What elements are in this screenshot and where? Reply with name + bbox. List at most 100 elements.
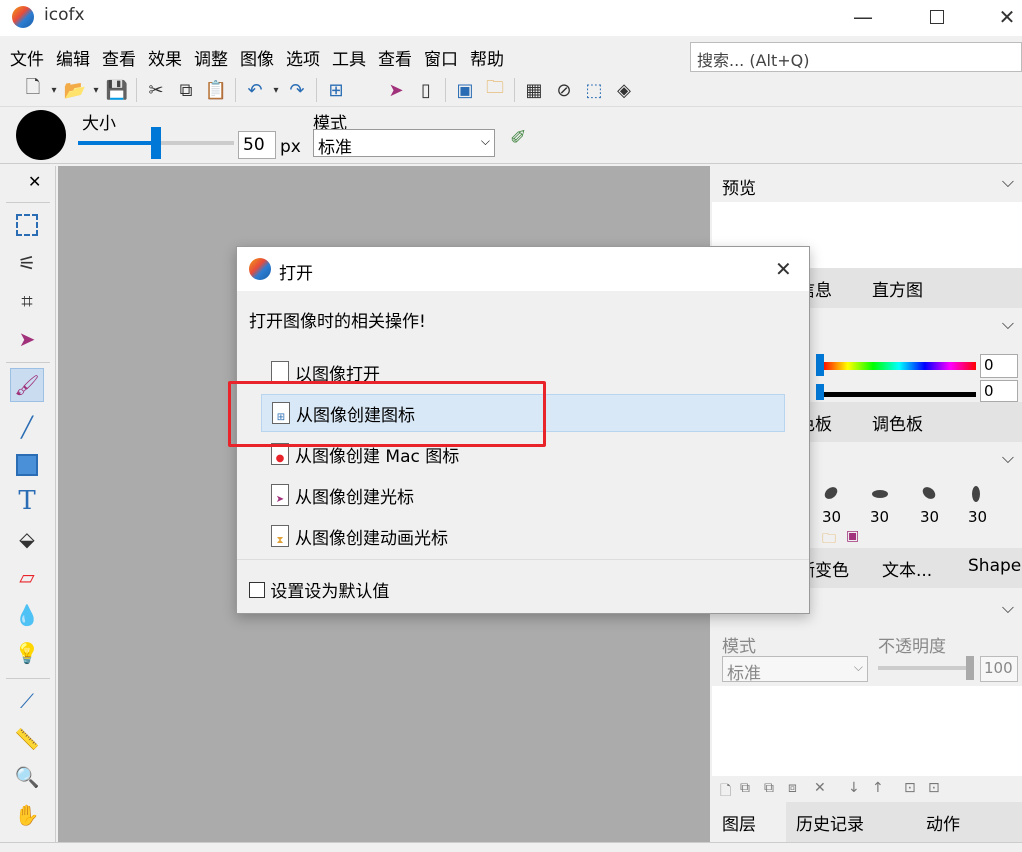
menu-options[interactable]: 选项 [286,45,320,70]
transform-icon[interactable]: ⬚ [579,76,609,104]
move-down-icon[interactable]: ↓ [848,780,860,796]
chevron-down-icon[interactable]: ▾ [90,76,102,104]
chevron-down-icon[interactable]: ▾ [48,76,60,104]
copy-icon[interactable]: ⧉ [171,76,201,104]
default-checkbox[interactable] [249,581,265,598]
line-icon[interactable]: ╱ [10,410,44,444]
apple-icon[interactable] [351,76,381,104]
hue-thumb[interactable] [816,354,824,376]
menu-view[interactable]: 查看 [102,45,136,70]
brush-2-icon[interactable] [872,490,888,498]
crop-icon[interactable]: ⌗ [10,284,44,318]
menu-adjust[interactable]: 调整 [194,45,228,70]
import-icon[interactable]: ⊡ [904,780,916,796]
export-icon[interactable]: ⊡ [928,780,940,796]
dialog-close-icon[interactable]: ✕ [775,257,792,281]
paste-icon[interactable]: 📋 [201,76,231,104]
chevron-down-icon[interactable]: ⌵ [1002,314,1014,334]
mode-select[interactable]: 标准 ⌵ [313,129,495,158]
menu-edit[interactable]: 编辑 [56,45,90,70]
color-value-2[interactable]: 0 [980,380,1018,402]
chevron-down-icon[interactable]: ▾ [270,76,282,104]
menu-help[interactable]: 帮助 [470,45,504,70]
option-create-animated-cursor[interactable]: ⧗ 从图像创建动画光标 [261,517,785,555]
default-checkbox-row[interactable]: 设置设为默认值 [249,577,389,602]
text-icon[interactable]: T [10,484,44,518]
redo-icon[interactable]: ↷ [282,76,312,104]
cut-icon[interactable]: ✂ [141,76,171,104]
phone-icon[interactable]: ▯ [411,76,441,104]
brush-icon[interactable]: 🖌 [10,368,44,402]
copy-layer-icon[interactable]: ⧉ [764,780,774,796]
color-value-1[interactable]: 0 [980,354,1018,378]
duplicate-layer-icon[interactable]: ⧉ [740,780,750,796]
tab-history[interactable]: 历史记录 [796,810,864,835]
menu-window[interactable]: 窗口 [424,45,458,70]
tab-layers[interactable]: 图层 [722,810,756,835]
menu-view-2[interactable]: 查看 [378,45,412,70]
minimize-button[interactable]: — [840,0,886,34]
chevron-down-icon[interactable]: ⌵ [1002,448,1014,468]
new-file-icon[interactable]: 🗋 [18,76,48,104]
tab-text[interactable]: 文本... [882,556,932,581]
search-input[interactable]: 搜索... (Alt+Q) [690,42,1022,72]
menu-tools[interactable]: 工具 [332,45,366,70]
size-slider-thumb[interactable] [151,127,161,159]
menu-effects[interactable]: 效果 [148,45,182,70]
brush-3-icon[interactable] [920,484,938,502]
value-thumb[interactable] [816,384,824,400]
chevron-down-icon[interactable]: ⌵ [1002,172,1014,192]
size-input[interactable]: 50 [238,131,276,159]
brush-settings-icon[interactable]: ✐ [510,125,527,149]
menu-file[interactable]: 文件 [10,45,44,70]
tab-actions[interactable]: 动作 [926,810,960,835]
new-layer-icon[interactable]: 🗋 [720,780,731,804]
brush-1-icon[interactable] [822,484,840,502]
layers-list[interactable] [712,686,1022,776]
cursor-icon[interactable]: ➤ [381,76,411,104]
opacity-input[interactable]: 100 [980,656,1018,682]
merge-layer-icon[interactable]: ⧈ [788,780,797,796]
close-button[interactable]: ✕ [984,0,1022,34]
brush-4-icon[interactable] [972,486,980,502]
move-up-icon[interactable]: ↑ [872,780,884,796]
tab-palette[interactable]: 调色板 [872,410,923,435]
maximize-button[interactable] [914,0,960,34]
tab-shapes[interactable]: Shapes [968,556,1022,576]
opacity-slider[interactable] [878,666,972,670]
opacity-thumb[interactable] [966,656,974,680]
layers-toolbar: 🗋 ⧉ ⧉ ⧈ ✕ ↓ ↑ ⊡ ⊡ [712,778,1022,802]
layers-icon[interactable]: ◈ [609,76,639,104]
move-icon[interactable]: ➤ [10,322,44,356]
rectangle-icon[interactable] [10,448,44,482]
no-grid-icon[interactable]: ⊘ [549,76,579,104]
blur-icon[interactable]: 💧 [10,598,44,632]
hue-slider[interactable] [822,362,976,370]
value-slider[interactable] [822,392,976,397]
menu-image[interactable]: 图像 [240,45,274,70]
dodge-icon[interactable]: 💡 [10,636,44,670]
hand-icon[interactable]: ✋ [10,798,44,832]
undo-icon[interactable]: ↶ [240,76,270,104]
open-image-icon[interactable]: 🗀 [480,76,510,104]
save-icon[interactable]: 💾 [102,76,132,104]
marquee-select-icon[interactable] [10,208,44,242]
open-folder-icon[interactable]: 📂 [60,76,90,104]
delete-layer-icon[interactable]: ✕ [814,780,826,796]
option-create-cursor[interactable]: ➤ 从图像创建光标 [261,476,785,514]
windows-icon[interactable]: ⊞ [321,76,351,104]
ruler-icon[interactable]: 📏 [10,722,44,756]
eraser-icon[interactable]: ▱ [10,560,44,594]
size-slider-track[interactable] [78,127,234,159]
layers-mode-select[interactable]: 标准 ⌵ [722,656,868,684]
tab-histogram[interactable]: 直方图 [872,276,923,301]
checker-icon[interactable]: ▦ [519,76,549,104]
save-brush-icon[interactable]: ▣ [846,528,859,544]
close-icon[interactable]: ✕ [28,172,41,191]
magic-wand-icon[interactable]: ⚟ [10,246,44,280]
eyedropper-icon[interactable]: ⟋ [10,684,44,718]
zoom-icon[interactable]: 🔍 [10,760,44,794]
new-image-icon[interactable]: ▣ [450,76,480,104]
chevron-down-icon[interactable]: ⌵ [1002,598,1014,618]
fill-bucket-icon[interactable]: ⬙ [10,522,44,556]
